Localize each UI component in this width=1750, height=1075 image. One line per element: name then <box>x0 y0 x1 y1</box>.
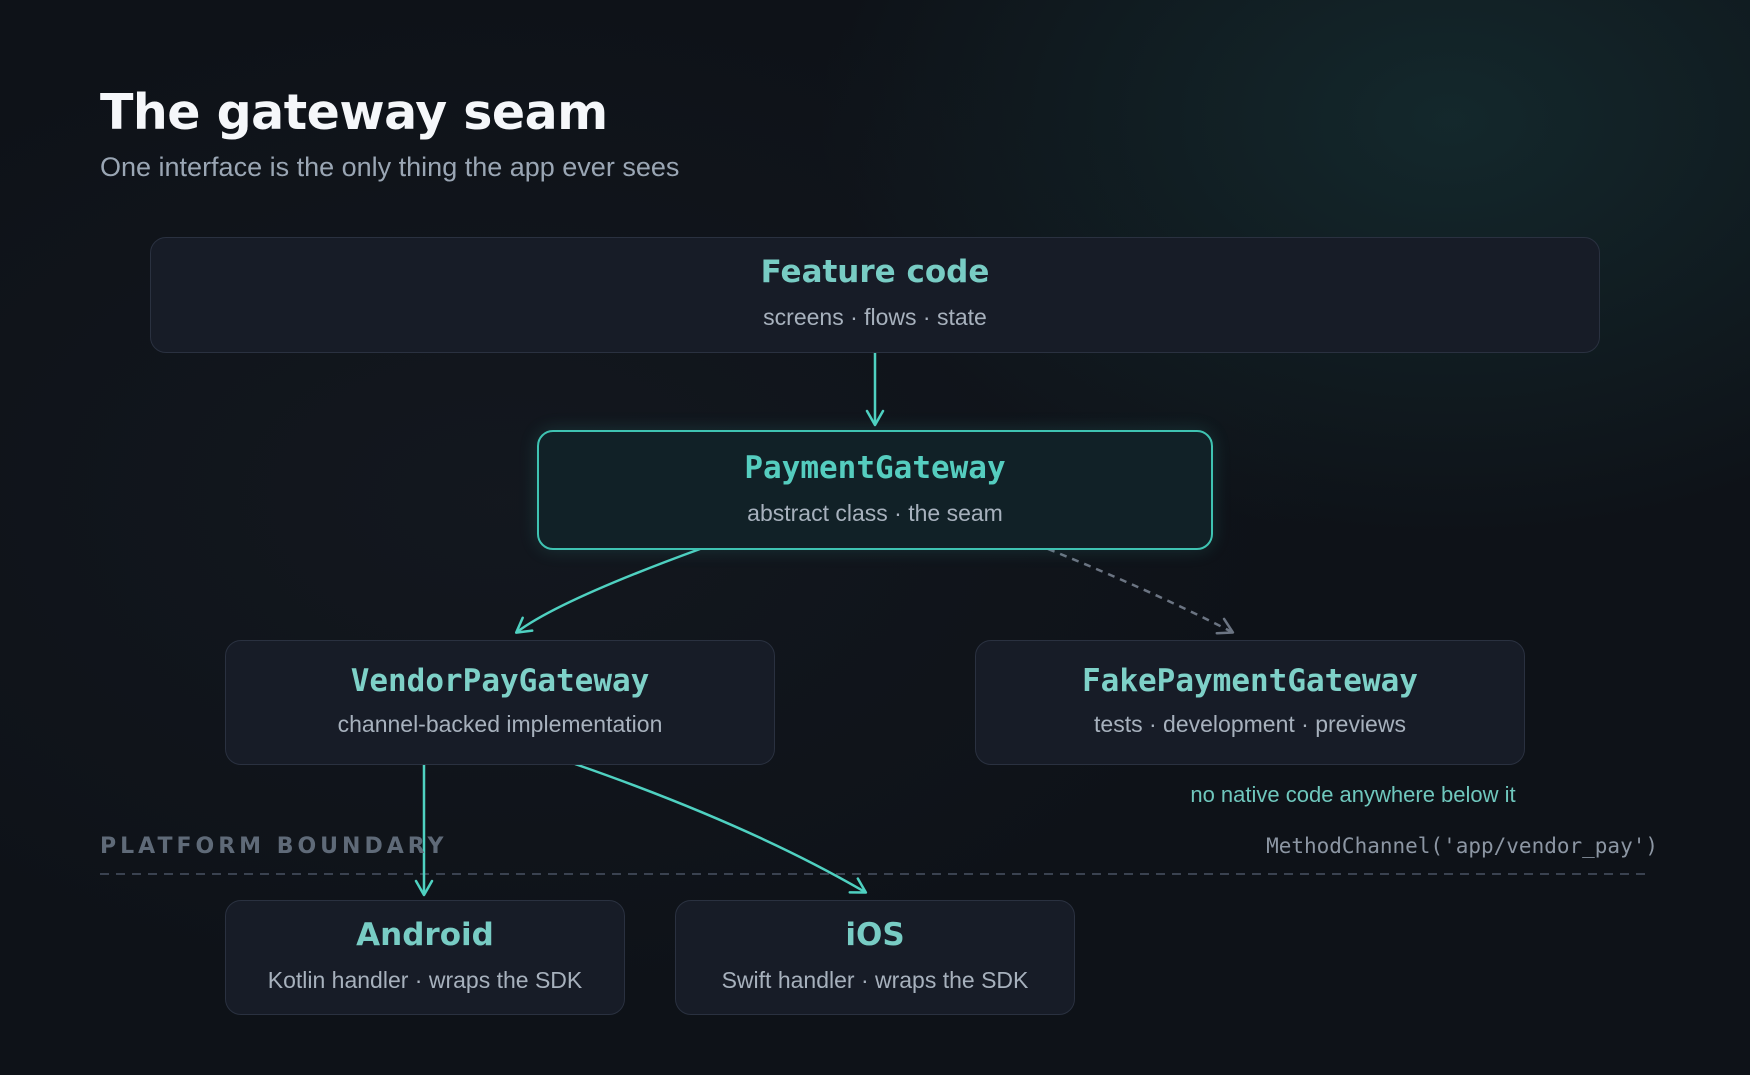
edge-vendor-to-ios <box>574 762 868 894</box>
node-feature-code-name: Feature code <box>760 254 990 290</box>
node-android: Android Kotlin handler · wraps the SDK <box>225 900 625 1015</box>
node-feature-code: Feature code screens · flows · state <box>150 237 1600 353</box>
node-android-name: Android <box>356 917 494 953</box>
edge-gateway-to-vendor <box>514 547 701 634</box>
node-payment-gateway: PaymentGateway abstract class · the seam <box>537 430 1213 550</box>
node-vendor-pay-gateway: VendorPayGateway channel-backed implemen… <box>225 640 775 765</box>
node-android-desc: Kotlin handler · wraps the SDK <box>267 967 583 993</box>
node-fake-payment-gateway: FakePaymentGateway tests · development ·… <box>975 640 1525 765</box>
diagram-canvas: The gateway seam One interface is the on… <box>0 0 1750 1075</box>
node-fake-payment-gateway-name: FakePaymentGateway <box>1082 663 1418 699</box>
node-payment-gateway-name: PaymentGateway <box>744 450 1006 486</box>
node-fake-payment-gateway-desc: tests · development · previews <box>1094 711 1406 737</box>
platform-boundary-label: PLATFORM BOUNDARY <box>100 834 448 859</box>
fake-gateway-note: no native code anywhere below it <box>1190 782 1516 807</box>
node-vendor-pay-gateway-desc: channel-backed implementation <box>337 711 663 737</box>
node-ios-desc: Swift handler · wraps the SDK <box>721 967 1029 993</box>
node-feature-code-desc: screens · flows · state <box>763 304 987 330</box>
node-ios: iOS Swift handler · wraps the SDK <box>675 900 1075 1015</box>
method-channel-label: MethodChannel('app/vendor_pay') <box>1266 834 1658 858</box>
node-payment-gateway-desc: abstract class · the seam <box>747 500 1003 526</box>
node-ios-name: iOS <box>845 917 905 953</box>
edge-gateway-to-fake <box>1047 547 1235 635</box>
node-vendor-pay-gateway-name: VendorPayGateway <box>350 663 650 699</box>
